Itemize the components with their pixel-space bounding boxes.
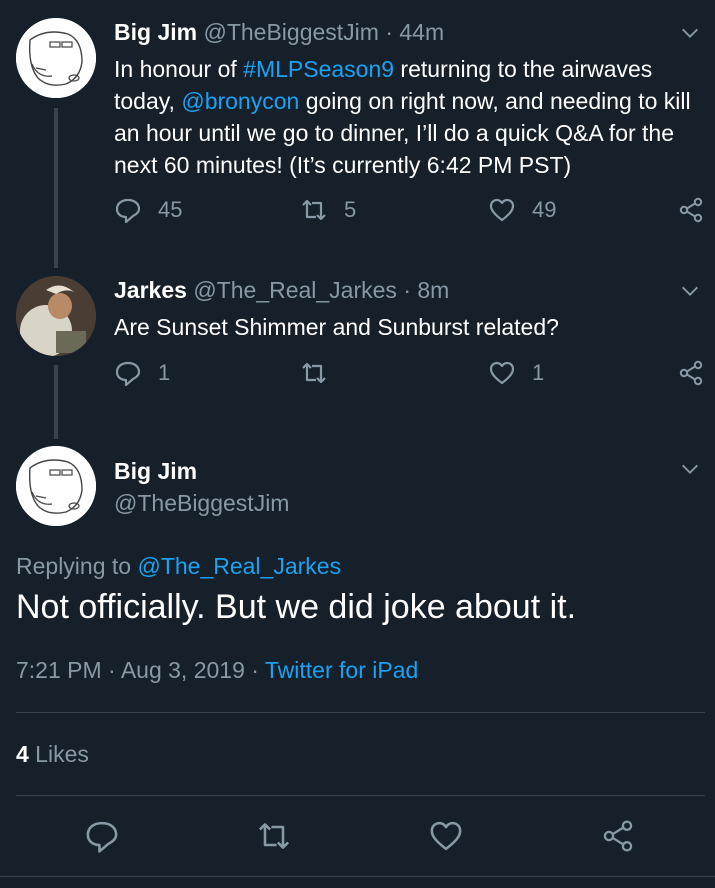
like-button[interactable] (428, 818, 464, 854)
heart-icon (430, 821, 462, 851)
tweet-header: Jarkes @The_Real_Jarkes · 8m (114, 277, 449, 304)
share-button[interactable] (600, 818, 636, 854)
separator: · (403, 277, 411, 303)
tweet-text: In honour of #MLPSeason9 returning to th… (114, 53, 709, 181)
avatar[interactable] (16, 18, 96, 98)
reply-icon (86, 821, 118, 853)
retweet-button[interactable] (300, 359, 344, 387)
mention-link[interactable]: @bronycon (181, 88, 299, 114)
share-icon (603, 820, 633, 852)
likes-label: Likes (28, 741, 89, 767)
tweet-time[interactable]: 44m (399, 19, 444, 45)
like-count: 1 (532, 360, 545, 385)
reply-count: 45 (158, 197, 183, 222)
like-count: 49 (532, 197, 557, 222)
share-icon (679, 360, 703, 386)
avatar[interactable] (16, 276, 96, 356)
share-icon (679, 197, 703, 223)
retweet-button[interactable] (256, 818, 292, 854)
tweet-actions: 45 5 49 (114, 196, 705, 228)
main-tweet-text: Not officially. But we did joke about it… (16, 588, 577, 626)
heart-icon (489, 198, 515, 222)
retweet-button[interactable]: 5 (300, 196, 356, 224)
likes-count: 4 (16, 741, 29, 767)
retweet-icon (302, 199, 326, 221)
retweet-icon (302, 362, 326, 384)
like-button[interactable]: 1 (488, 359, 544, 387)
reply-button[interactable]: 1 (114, 359, 170, 387)
share-button[interactable] (677, 196, 705, 224)
main-author-handle[interactable]: @TheBiggestJim (114, 490, 289, 517)
tweet-header: Big Jim @TheBiggestJim · 44m (114, 19, 444, 46)
divider (0, 876, 715, 877)
author-handle[interactable]: @TheBiggestJim (203, 19, 378, 45)
divider (16, 795, 705, 796)
reply-button[interactable]: 45 (114, 196, 182, 224)
share-button[interactable] (677, 359, 705, 387)
avatar-sketch-icon (16, 446, 96, 526)
chevron-down-icon[interactable] (679, 458, 701, 480)
like-button[interactable]: 49 (488, 196, 556, 224)
tweet-timestamp: 7:21 PM · Aug 3, 2019 · Twitter for iPad (16, 657, 418, 684)
tweet-actions: 1 1 (114, 359, 705, 391)
tweet-text: Are Sunset Shimmer and Sunburst related? (114, 314, 559, 340)
divider (16, 712, 705, 713)
timestamp[interactable]: 7:21 PM · Aug 3, 2019 · (16, 657, 265, 683)
author-handle[interactable]: @The_Real_Jarkes (193, 277, 397, 303)
retweet-icon (258, 823, 290, 849)
likes-summary[interactable]: 4 Likes (16, 741, 89, 768)
reply-icon (115, 198, 141, 224)
replying-to: Replying to @The_Real_Jarkes (16, 553, 341, 580)
replying-prefix: Replying to (16, 553, 138, 579)
thread-line (54, 365, 58, 439)
thread-line (54, 108, 58, 268)
avatar[interactable] (16, 446, 96, 526)
retweet-count: 5 (344, 197, 357, 222)
reply-button[interactable] (84, 818, 120, 854)
tweet-text-part: In honour of (114, 56, 244, 82)
reply-icon (115, 361, 141, 387)
main-author-name[interactable]: Big Jim (114, 458, 197, 485)
reply-count: 1 (158, 360, 171, 385)
author-name[interactable]: Big Jim (114, 19, 197, 45)
replying-to-link[interactable]: @The_Real_Jarkes (137, 553, 341, 579)
separator: · (385, 19, 393, 45)
author-name[interactable]: Jarkes (114, 277, 187, 303)
chevron-down-icon[interactable] (679, 280, 701, 302)
heart-icon (489, 361, 515, 385)
hashtag-link[interactable]: #MLPSeason9 (243, 56, 394, 82)
source-link[interactable]: Twitter for iPad (265, 657, 418, 683)
avatar-sketch-icon (16, 18, 96, 98)
avatar-photo-icon (16, 276, 96, 356)
tweet-time[interactable]: 8m (417, 277, 449, 303)
chevron-down-icon[interactable] (679, 22, 701, 44)
main-tweet-actions (0, 818, 715, 858)
